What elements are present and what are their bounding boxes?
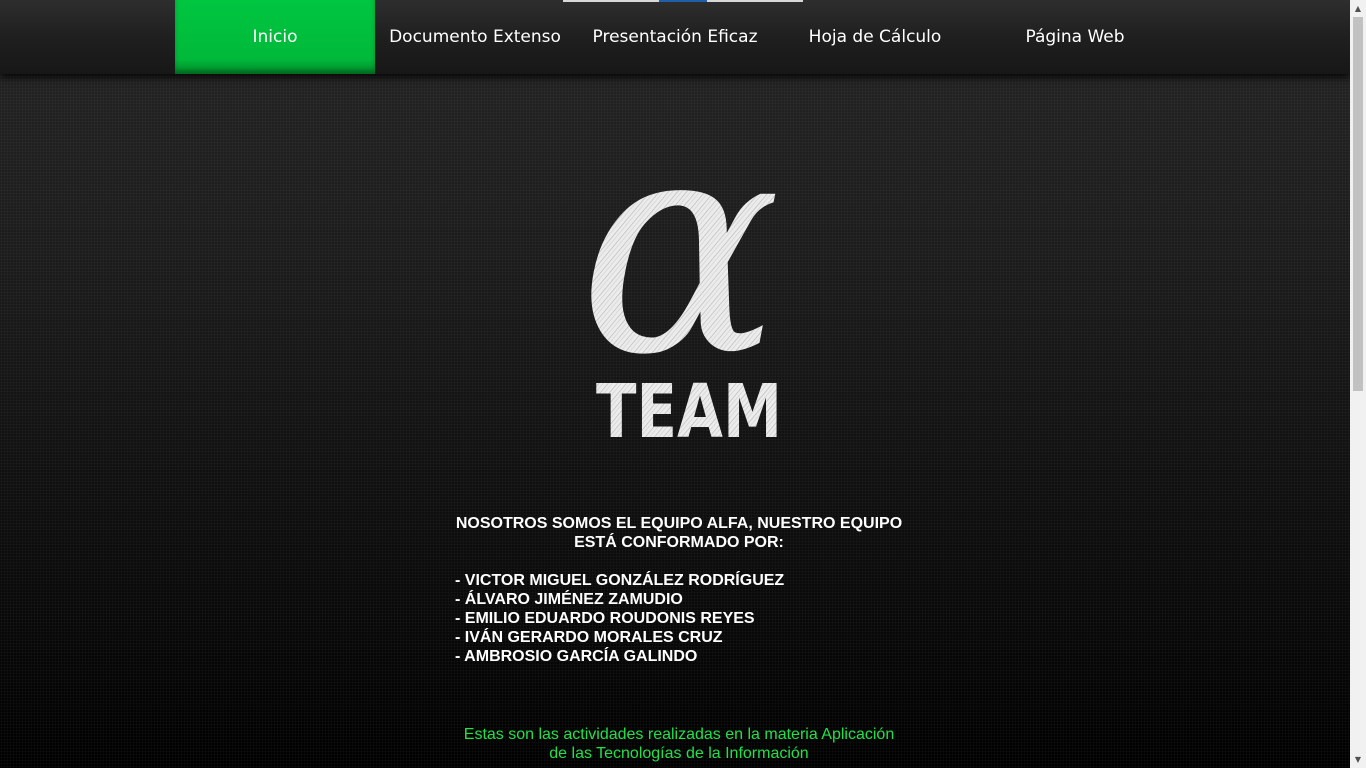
nav-item-inicio[interactable]: Inicio [175, 0, 375, 74]
nav-menu: Inicio Documento Extenso Presentación Ef… [175, 0, 1175, 74]
list-item: - ÁLVARO JIMÉNEZ ZAMUDIO [455, 591, 683, 608]
vertical-scrollbar[interactable]: ▲ ▼ [1350, 0, 1366, 768]
member-list: - VICTOR MIGUEL GONZÁLEZ RODRÍGUEZ - ÁLV… [450, 571, 908, 666]
triangle-down-icon[interactable]: ▼ [1350, 751, 1366, 768]
alpha-team-logo: α TEAM [562, 72, 798, 455]
team-wordmark: TEAM [596, 369, 782, 444]
nav-item-presentacion-eficaz[interactable]: Presentación Eficaz [575, 0, 775, 74]
list-item: - AMBROSIO GARCÍA GALINDO [455, 648, 698, 665]
list-item: - EMILIO EDUARDO ROUDONIS REYES [455, 610, 755, 627]
intro-line-2: ESTÁ CONFORMADO POR: [574, 534, 784, 551]
activities-note: Estas son las actividades realizadas en … [450, 725, 908, 763]
team-description: NOSOTROS SOMOS EL EQUIPO ALFA, NUESTRO E… [450, 514, 908, 763]
logo-graphic: α TEAM [579, 72, 782, 455]
triangle-up-icon[interactable]: ▲ [1350, 0, 1366, 17]
nav-item-pagina-web[interactable]: Página Web [975, 0, 1175, 74]
list-item: - VICTOR MIGUEL GONZÁLEZ RODRÍGUEZ [455, 572, 785, 589]
activities-note-line-2: de las Tecnologías de la Información [549, 745, 809, 762]
nav-item-documento-extenso[interactable]: Documento Extenso [375, 0, 575, 74]
nav-item-hoja-de-calculo[interactable]: Hoja de Cálculo [775, 0, 975, 74]
intro-line-1: NOSOTROS SOMOS EL EQUIPO ALFA, NUESTRO E… [455, 515, 903, 532]
list-item: - IVÁN GERARDO MORALES CRUZ [455, 629, 723, 646]
activities-note-line-1: Estas son las actividades realizadas en … [463, 726, 895, 743]
top-navigation-bar: Inicio Documento Extenso Presentación Ef… [0, 0, 1350, 74]
scrollbar-thumb[interactable] [1353, 17, 1363, 391]
intro-text: NOSOTROS SOMOS EL EQUIPO ALFA, NUESTRO E… [450, 514, 908, 552]
